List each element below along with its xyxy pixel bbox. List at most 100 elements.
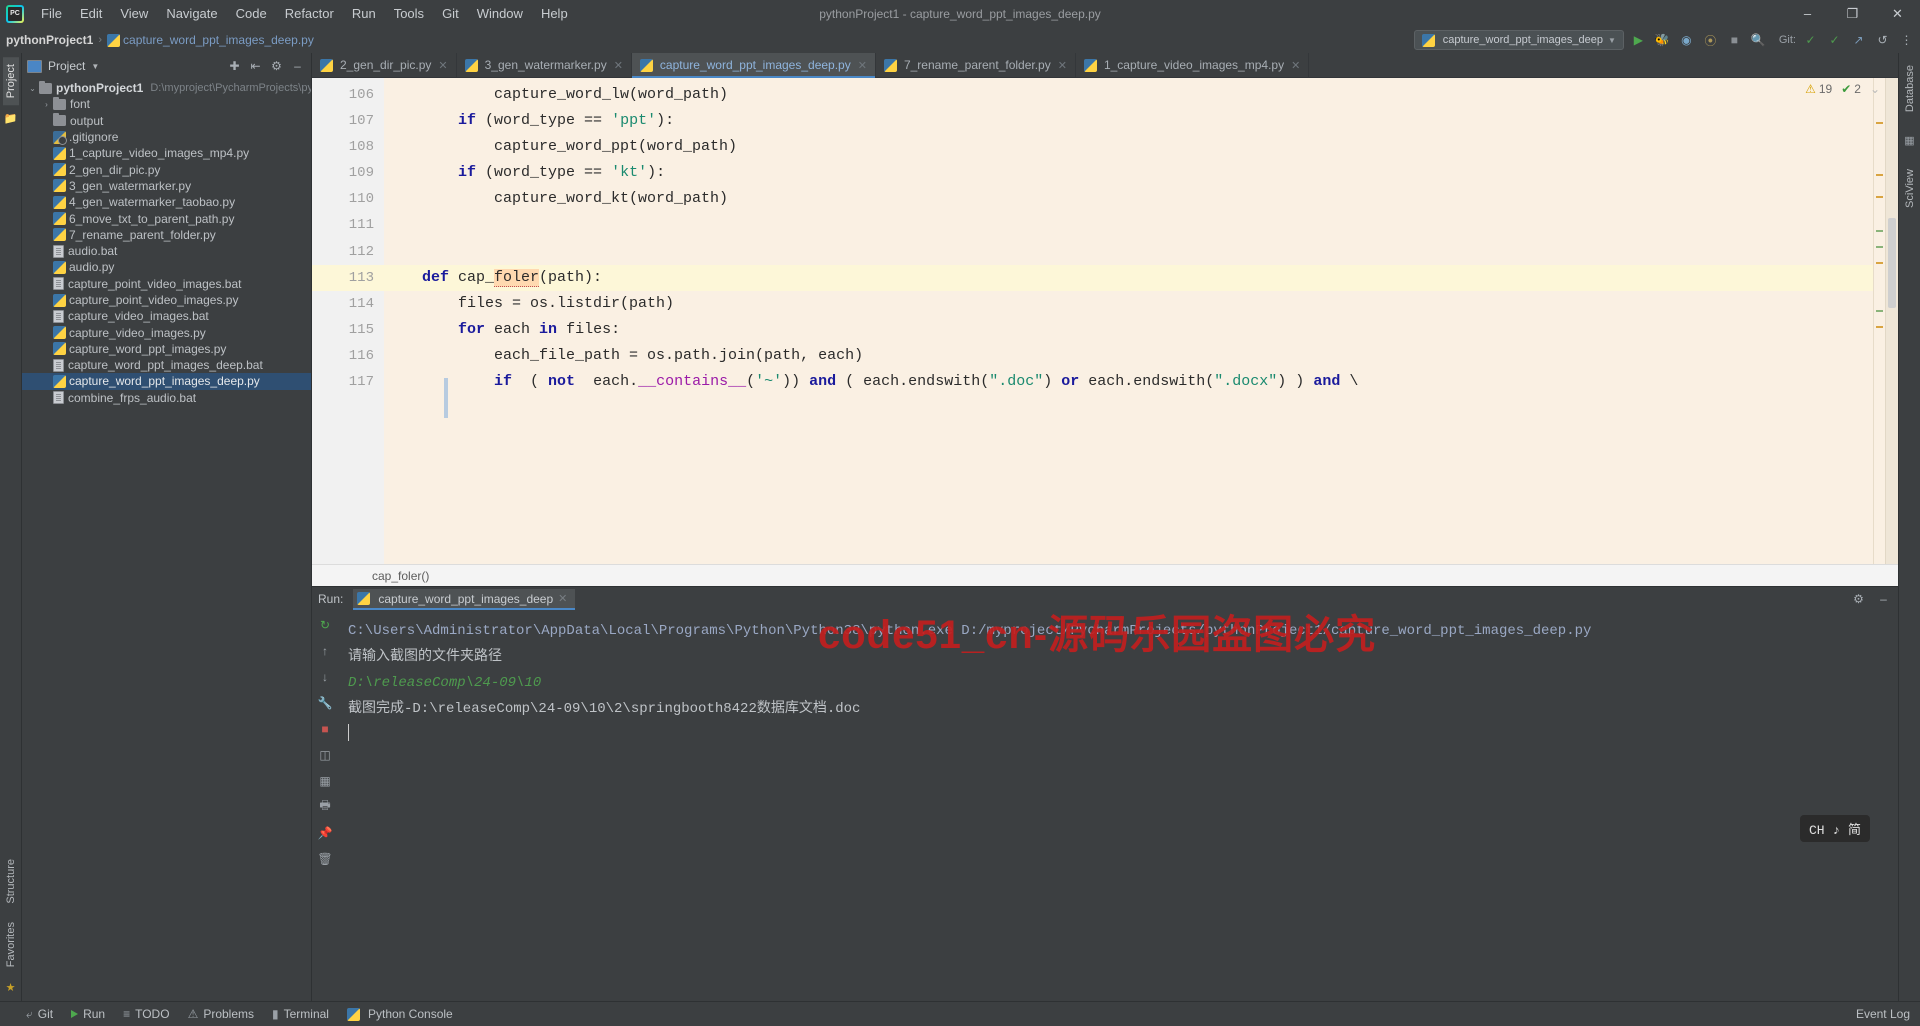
wrench-icon[interactable]: 🔧 xyxy=(317,694,334,711)
git-commit-icon[interactable]: ✓ xyxy=(1825,31,1844,50)
code-line[interactable]: for each in files: xyxy=(384,317,1873,343)
code-line[interactable]: capture_word_lw(word_path) xyxy=(384,82,1873,108)
tree-item[interactable]: 2_gen_dir_pic.py xyxy=(22,161,311,177)
scroll-from-source-icon[interactable]: ✚ xyxy=(225,57,244,76)
code-line[interactable] xyxy=(384,239,1873,265)
close-icon[interactable]: ✕ xyxy=(558,592,567,605)
error-stripe-margin[interactable] xyxy=(1873,78,1885,564)
tree-item[interactable]: audio.py xyxy=(22,259,311,275)
stop-button[interactable]: ■ xyxy=(1725,31,1744,50)
close-icon[interactable]: ✕ xyxy=(614,59,623,72)
code-line[interactable]: if (word_type == 'ppt'): xyxy=(384,108,1873,134)
breadcrumb-function[interactable]: cap_foler() xyxy=(372,569,429,583)
line-number[interactable]: 115⬡ xyxy=(312,317,395,343)
warning-indicator[interactable]: ⚠ 19 xyxy=(1805,82,1832,96)
tree-item[interactable]: ⌄ pythonProject1 D:\myproject\PycharmProje… xyxy=(22,80,311,96)
maximize-button[interactable]: ❐ xyxy=(1830,0,1875,27)
run-session-tab[interactable]: capture_word_ppt_images_deep ✕ xyxy=(353,588,576,610)
menu-item-view[interactable]: View xyxy=(111,3,157,24)
breadcrumb-file[interactable]: capture_word_ppt_images_deep.py xyxy=(123,33,314,47)
scroll-down-icon[interactable]: ↓ xyxy=(317,668,334,685)
line-number[interactable]: 109 xyxy=(312,160,384,186)
coverage-button[interactable]: ◉ xyxy=(1677,31,1696,50)
tree-item[interactable]: capture_point_video_images.py xyxy=(22,292,311,308)
inspection-widget[interactable]: ⚠ 19 ✔ 2 ⌄ xyxy=(1805,82,1880,96)
sidebar-tab-project[interactable]: Project xyxy=(2,57,19,106)
bookmarks-folder-icon[interactable]: 📁 xyxy=(4,109,18,128)
git-revert-icon[interactable]: ↺ xyxy=(1873,31,1892,50)
status-item-run[interactable]: Run xyxy=(71,1007,105,1021)
line-number[interactable]: 117 xyxy=(312,369,384,395)
tree-item[interactable]: output xyxy=(22,113,311,129)
tree-item[interactable]: capture_point_video_images.bat xyxy=(22,276,311,292)
chevron-icon[interactable]: › xyxy=(40,100,53,109)
close-button[interactable]: ✕ xyxy=(1875,0,1920,27)
sidebar-tab-database[interactable]: Database xyxy=(1902,58,1918,119)
run-button[interactable]: ▶ xyxy=(1629,31,1648,50)
print-icon[interactable]: 🖶 xyxy=(317,798,334,815)
breadcrumb-project[interactable]: pythonProject1 xyxy=(6,33,93,47)
line-number[interactable]: 112 xyxy=(312,239,384,265)
git-push-icon[interactable]: ↗ xyxy=(1849,31,1868,50)
code-line[interactable]: files = os.listdir(path) xyxy=(384,291,1873,317)
chevron-down-icon[interactable]: ▼ xyxy=(91,62,99,71)
profile-button[interactable]: ⦿ xyxy=(1701,31,1720,50)
line-number[interactable]: 108 xyxy=(312,134,384,160)
ok-indicator[interactable]: ✔ 2 xyxy=(1841,82,1861,96)
tree-item[interactable]: 7_rename_parent_folder.py xyxy=(22,227,311,243)
git-update-check-icon[interactable]: ✓ xyxy=(1801,31,1820,50)
menu-item-file[interactable]: File xyxy=(32,3,71,24)
tree-item[interactable]: capture_video_images.bat xyxy=(22,308,311,324)
code-line[interactable] xyxy=(384,212,1873,238)
debug-button[interactable]: 🐝 xyxy=(1653,31,1672,50)
rerun-icon[interactable]: ↻ xyxy=(317,616,334,633)
editor-tab[interactable]: 1_capture_video_images_mp4.py ✕ xyxy=(1076,53,1310,77)
settings-gear-icon[interactable]: ⚙ xyxy=(1849,589,1868,608)
editor-tab[interactable]: capture_word_ppt_images_deep.py ✕ xyxy=(631,53,876,78)
close-icon[interactable]: ✕ xyxy=(438,59,447,72)
minimize-button[interactable]: – xyxy=(1785,0,1830,27)
tree-item[interactable]: .gitignore xyxy=(22,129,311,145)
menu-item-navigate[interactable]: Navigate xyxy=(157,3,226,24)
menu-item-window[interactable]: Window xyxy=(468,3,532,24)
tree-item[interactable]: audio.bat xyxy=(22,243,311,259)
status-item-git[interactable]: ⤶ Git xyxy=(26,1007,53,1022)
editor-tab[interactable]: 2_gen_dir_pic.py ✕ xyxy=(312,53,457,77)
close-icon[interactable]: ✕ xyxy=(1291,59,1300,72)
stop-icon[interactable]: ■ xyxy=(317,720,334,737)
code-line[interactable]: if ( not each.__contains__('~')) and ( e… xyxy=(384,369,1873,395)
editor-scrollbar[interactable] xyxy=(1885,78,1898,564)
layout-icon[interactable]: ◫ xyxy=(317,746,334,763)
grid-icon[interactable]: ▦ xyxy=(317,772,334,789)
code-content[interactable]: capture_word_lw(word_path) if (word_type… xyxy=(384,78,1873,564)
code-line[interactable]: capture_word_ppt(word_path) xyxy=(384,134,1873,160)
status-item-todo[interactable]: ≡ TODO xyxy=(123,1007,169,1021)
console-output[interactable]: C:\Users\Administrator\AppData\Local\Pro… xyxy=(338,610,1898,1001)
sidebar-tab-favorites[interactable]: Favorites xyxy=(3,915,19,974)
tree-item[interactable]: capture_video_images.py xyxy=(22,324,311,340)
menu-item-code[interactable]: Code xyxy=(227,3,276,24)
settings-gear-icon[interactable]: ⚙ xyxy=(267,57,286,76)
close-icon[interactable]: ✕ xyxy=(1058,59,1067,72)
sidebar-tab-sciview[interactable]: SciView xyxy=(1902,162,1918,215)
menu-item-help[interactable]: Help xyxy=(532,3,577,24)
code-line[interactable]: each_file_path = os.path.join(path, each… xyxy=(384,343,1873,369)
menu-item-tools[interactable]: Tools xyxy=(385,3,433,24)
database-grid-icon[interactable]: ▦ xyxy=(1904,131,1914,150)
menu-item-run[interactable]: Run xyxy=(343,3,385,24)
status-item-event-log[interactable]: Event Log xyxy=(1856,1007,1910,1021)
sidebar-tab-structure[interactable]: Structure xyxy=(3,852,19,911)
more-options-icon[interactable]: ⋮ xyxy=(1897,31,1916,50)
hide-panel-icon[interactable]: – xyxy=(288,57,307,76)
scroll-up-icon[interactable]: ↑ xyxy=(317,642,334,659)
tree-item[interactable]: 1_capture_video_images_mp4.py xyxy=(22,145,311,161)
editor-tab[interactable]: 7_rename_parent_folder.py ✕ xyxy=(876,53,1076,77)
menu-item-git[interactable]: Git xyxy=(433,3,468,24)
status-item-python-console[interactable]: Python Console xyxy=(346,1007,453,1021)
tree-item[interactable]: 4_gen_watermarker_taobao.py xyxy=(22,194,311,210)
search-everywhere-icon[interactable]: 🔍 xyxy=(1749,31,1768,50)
project-tree[interactable]: ⌄ pythonProject1 D:\myproject\PycharmProje… xyxy=(22,79,311,1001)
code-line[interactable]: capture_word_kt(word_path) xyxy=(384,186,1873,212)
tree-item[interactable]: capture_word_ppt_images_deep.bat xyxy=(22,357,311,373)
menu-item-refactor[interactable]: Refactor xyxy=(276,3,343,24)
